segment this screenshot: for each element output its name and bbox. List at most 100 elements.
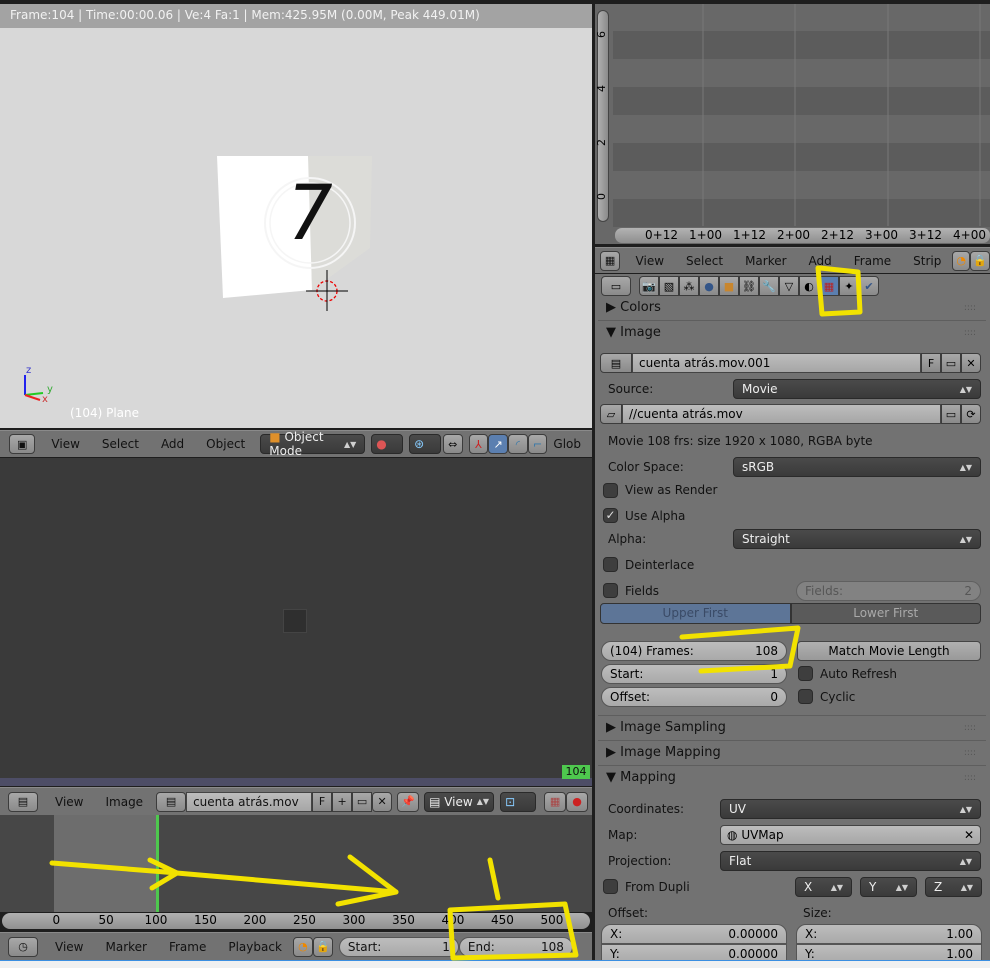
offset-field[interactable]: Offset: 0 [601,687,787,707]
projection-dropdown[interactable]: Flat ▲▼ [720,851,981,871]
image-browse-icon[interactable]: ▤ [600,353,632,373]
tab-material-icon[interactable]: ◐ [799,276,819,296]
panel-image[interactable]: ▼ Image:::: [598,320,986,344]
menu-add[interactable]: Add [150,437,195,451]
deinterlace-checkbox[interactable] [603,557,618,572]
end-frame-field[interactable]: End: 108 [458,936,573,957]
shading-dropdown[interactable]: ● [371,434,404,454]
scale-icon[interactable]: ⌐ [527,434,548,454]
editor-type-image-icon[interactable]: ▤ [8,791,38,812]
panel-image-sampling[interactable]: ▶ Image Sampling:::: [598,715,986,739]
3d-viewport[interactable]: 7 z y x (104) Plane [0,28,592,428]
menu-object[interactable]: Object [195,437,256,451]
browse-file-icon[interactable]: ▭ [941,404,961,424]
axis-y-dropdown[interactable]: Y ▲▼ [860,877,917,897]
tab-scene-icon[interactable]: ⁂ [679,276,699,296]
uv-map-field[interactable]: ◍ UVMap ✕ [720,825,981,845]
new-image-icon[interactable]: + [332,791,353,812]
tab-data-icon[interactable]: ▽ [779,276,799,296]
timeline-ruler[interactable]: 0 50 100 150 200 250 300 350 400 450 500 [2,913,590,929]
lock-icon[interactable]: 🔒 [970,250,990,271]
from-dupli-checkbox[interactable] [603,879,618,894]
panel-image-mapping[interactable]: ▶ Image Mapping:::: [598,740,986,764]
pivot-dropdown[interactable]: ⊡ [500,791,537,812]
color-space-dropdown[interactable]: sRGB ▲▼ [733,457,981,477]
manipulator-icon[interactable]: ⇔ [442,434,463,454]
axis-x-dropdown[interactable]: X ▲▼ [795,877,852,897]
pin-icon[interactable]: 📌 [397,791,420,812]
menu-image[interactable]: Image [94,795,154,809]
filepath-field[interactable]: //cuenta atrás.mov [622,404,941,424]
tab-render-camera-icon[interactable]: 📷 [639,276,659,296]
vertical-scrollbar[interactable] [597,10,609,222]
image-name-field[interactable]: cuenta atrás.mov [186,791,313,812]
reload-icon[interactable]: ⟳ [961,404,981,424]
menu-strip[interactable]: Strip [902,254,952,268]
transform-axis-icon[interactable]: ⅄ [468,434,489,454]
axis-z-dropdown[interactable]: Z ▲▼ [925,877,982,897]
mode-dropdown[interactable]: ■ Object Mode ▲▼ [260,430,366,458]
auto-refresh-checkbox[interactable] [798,666,813,681]
orientation-dropdown[interactable]: Glob [547,437,592,451]
menu-view[interactable]: View [44,940,94,954]
image-browse-icon[interactable]: ▤ [156,791,187,812]
menu-playback[interactable]: Playback [217,940,293,954]
start-field[interactable]: Start: 1 [601,664,787,684]
menu-frame[interactable]: Frame [843,254,902,268]
tab-constraints-icon[interactable]: ⛓ [739,276,759,296]
playhead[interactable] [156,815,159,912]
editor-type-properties-icon[interactable]: ▭ [601,276,631,296]
fake-user-button[interactable]: F [921,353,941,373]
menu-frame[interactable]: Frame [158,940,217,954]
menu-view[interactable]: View [625,254,675,268]
record-icon[interactable]: ● [566,791,589,812]
open-folder-icon[interactable]: ▭ [941,353,961,373]
menu-view[interactable]: View [44,795,94,809]
menu-marker[interactable]: Marker [734,254,797,268]
coordinates-dropdown[interactable]: UV ▲▼ [720,799,981,819]
start-frame-field[interactable]: Start: 1 [338,936,459,957]
menu-select[interactable]: Select [91,437,150,451]
tab-modifiers-icon[interactable]: 🔧 [759,276,779,296]
use-alpha-checkbox[interactable]: ✓ [603,508,618,523]
menu-view[interactable]: View [40,437,90,451]
preview-range-icon[interactable]: ◔ [292,936,313,957]
panel-mapping[interactable]: ▼ Mapping:::: [598,765,986,789]
alpha-dropdown[interactable]: Straight ▲▼ [733,529,981,549]
fields-number-field[interactable]: Fields: 2 [796,581,981,601]
editor-type-cube-icon[interactable]: ▣ [9,434,36,454]
fields-checkbox[interactable] [603,583,618,598]
tab-object-icon[interactable]: ■ [719,276,739,296]
source-dropdown[interactable]: Movie ▲▼ [733,379,981,399]
view-mode-dropdown[interactable]: ▤ View ▲▼ [424,791,495,812]
image-editor-canvas[interactable] [0,458,592,778]
preview-range-icon[interactable]: ◔ [952,250,970,271]
menu-marker[interactable]: Marker [94,940,157,954]
tab-render-layers-icon[interactable]: ▧ [659,276,679,296]
lower-first-button[interactable]: Lower First [790,603,981,624]
offset-x-field[interactable]: X: 0.00000 [601,924,787,944]
menu-select[interactable]: Select [675,254,734,268]
fake-user-button[interactable]: F [312,791,333,812]
unlink-icon[interactable]: ✕ [961,353,981,373]
image-name-field[interactable]: cuenta atrás.mov.001 [632,353,921,373]
tab-world-icon[interactable]: ● [699,276,719,296]
size-x-field[interactable]: X: 1.00 [796,924,982,944]
menu-add[interactable]: Add [798,254,843,268]
upper-first-button[interactable]: Upper First [600,603,791,624]
lock-icon[interactable]: 🔒 [312,936,333,957]
timeline-area[interactable] [0,815,592,912]
match-movie-length-button[interactable]: Match Movie Length [797,641,981,661]
tab-particles-icon[interactable]: ✦ [839,276,859,296]
panel-colors[interactable]: ▶ Colors:::: [598,296,986,320]
cyclic-checkbox[interactable] [798,689,813,704]
unlink-icon[interactable]: ✕ [372,791,393,812]
open-folder-icon[interactable]: ▭ [352,791,373,812]
editor-type-clock-icon[interactable]: ◷ [8,936,38,957]
pivot-dropdown[interactable]: ⊛ [409,434,441,454]
sequencer-graph[interactable]: 6 4 2 0 0+12 1+00 1+12 2+00 2+12 3+00 3+12 4+00 [595,4,990,244]
tab-texture-icon[interactable]: ▦ [819,276,839,296]
frames-field[interactable]: (104) Frames: 108 [601,641,787,661]
checker-icon[interactable]: ▦ [544,791,567,812]
translate-icon[interactable]: ↗ [488,434,508,454]
